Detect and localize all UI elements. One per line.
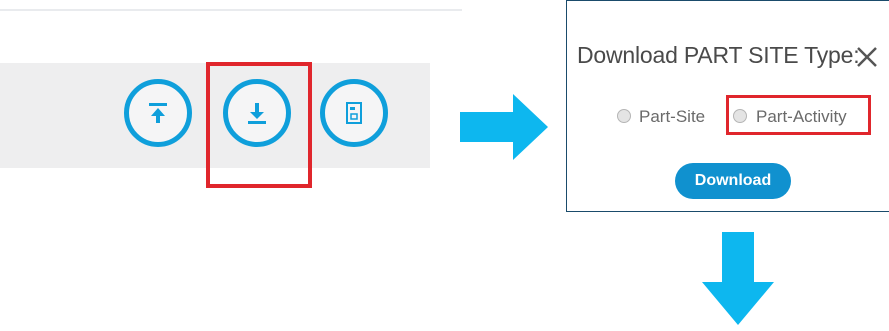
- arrow-right-icon: [460, 94, 548, 160]
- dialog-title: Download PART SITE Type:: [577, 42, 860, 68]
- arrow-down-icon: [702, 232, 774, 325]
- close-icon[interactable]: [855, 45, 879, 69]
- download-button-highlight: [206, 62, 312, 188]
- upload-button[interactable]: [124, 79, 192, 147]
- download-button[interactable]: Download: [675, 163, 791, 199]
- report-button[interactable]: [320, 79, 388, 147]
- part-activity-highlight: [726, 95, 871, 135]
- part-site-label[interactable]: Part-Site: [639, 107, 705, 127]
- download-dialog: Download PART SITE Type: Part-Site Part-…: [566, 0, 889, 212]
- part-site-radio[interactable]: [617, 109, 631, 123]
- upload-icon: [149, 103, 167, 123]
- report-icon: [346, 102, 362, 124]
- top-divider: [0, 9, 462, 11]
